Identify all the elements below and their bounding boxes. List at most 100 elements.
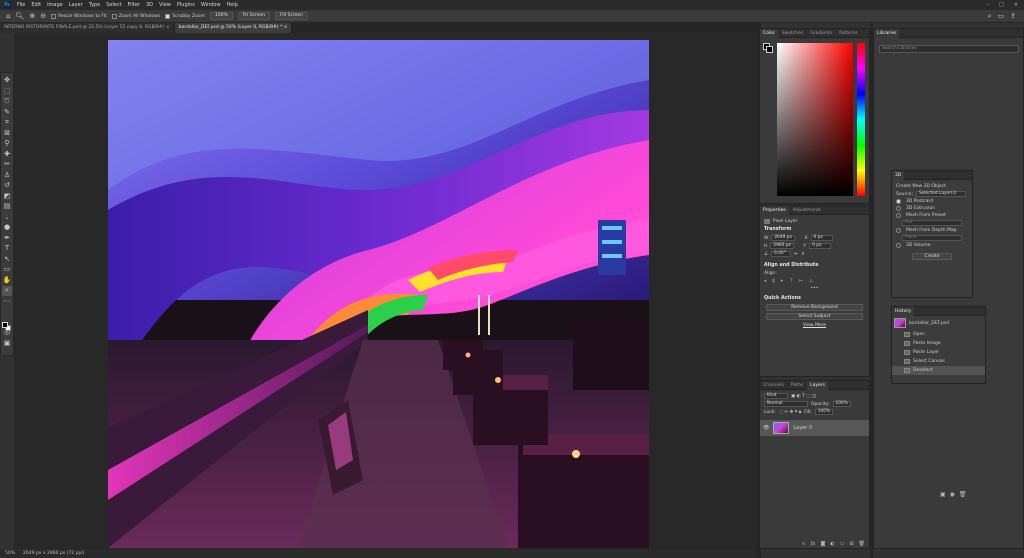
new-layer-icon[interactable]: ⊞ (849, 541, 853, 547)
menu-edit[interactable]: Edit (28, 2, 44, 8)
color-bg-swatch[interactable] (766, 46, 773, 53)
menu-file[interactable]: File (14, 2, 28, 8)
history-step-open[interactable]: Open (892, 330, 985, 339)
width-field[interactable]: 2649 px (771, 235, 796, 241)
depth-select[interactable]: Plane (902, 235, 962, 241)
align-bottom-icon[interactable]: ⊥ (809, 279, 813, 284)
fill-field[interactable]: 100% (814, 409, 833, 415)
screen-mode-icon[interactable]: ▣ (2, 339, 12, 349)
zoom-level[interactable]: 50% (5, 551, 15, 556)
y-field[interactable]: 0 px (809, 243, 832, 249)
history-step-deselect[interactable]: Deselect (892, 366, 985, 375)
visibility-eye-icon[interactable]: 👁︎ (763, 425, 769, 431)
blend-mode-select[interactable]: Normal (764, 401, 808, 407)
x-field[interactable]: 0 px (810, 235, 833, 241)
zoom-all-option[interactable]: Zoom All Windows (111, 13, 160, 19)
tab-libraries[interactable]: Libraries (874, 28, 900, 38)
view-more-link[interactable]: View More (760, 323, 869, 328)
align-middle-v-icon[interactable]: ⊢ (799, 279, 803, 284)
hue-slider[interactable] (857, 43, 865, 196)
scrubby-zoom-checkbox[interactable] (165, 13, 171, 19)
hand-tool-icon[interactable]: ✋ (2, 276, 12, 286)
source-select[interactable]: Selected Layer(s) (915, 191, 966, 197)
radio-extrusion[interactable] (896, 206, 901, 211)
link-layers-icon[interactable]: ∞ (802, 541, 806, 547)
create-3d-button[interactable]: Create (912, 253, 952, 260)
quick-select-tool-icon[interactable]: ✎ (2, 108, 12, 118)
camera-icon[interactable]: ◉ (950, 491, 955, 499)
fill-screen-button[interactable]: Fill Screen (275, 12, 308, 20)
tab-swatches[interactable]: Swatches (779, 29, 807, 38)
zoom-tool-icon[interactable]: 🔍︎ (15, 12, 24, 20)
trash-icon[interactable]: 🗑︎ (959, 491, 967, 499)
marquee-tool-icon[interactable]: ⬚ (2, 87, 12, 97)
radio-mesh-preset[interactable] (896, 213, 901, 218)
preset-select[interactable]: Hat (902, 220, 962, 226)
more-options-icon[interactable]: ••• (811, 286, 819, 291)
align-top-icon[interactable]: ⊤ (789, 279, 793, 284)
align-right-icon[interactable]: ⫸ (781, 278, 784, 284)
delete-layer-icon[interactable]: 🗑︎ (859, 541, 865, 547)
gradient-tool-icon[interactable]: ▤ (2, 202, 12, 212)
transform-section-title[interactable]: Transform (760, 225, 869, 234)
tab-color[interactable]: Color (760, 28, 778, 38)
menu-view[interactable]: View (156, 2, 174, 8)
path-select-tool-icon[interactable]: ↖ (2, 255, 12, 265)
maximize-button[interactable]: □ (999, 2, 1004, 8)
new-group-icon[interactable]: ▭ (840, 541, 845, 547)
menu-type[interactable]: Type (86, 2, 103, 8)
tab-bardallar[interactable]: bardallar_DEF.psd @ 50% (Layer 0, RGB/8#… (174, 23, 293, 33)
foreground-color-swatch[interactable] (2, 322, 8, 328)
document-artwork[interactable] (108, 40, 649, 548)
angle-field[interactable]: 0,00° (771, 251, 792, 257)
remove-background-button[interactable]: Remove Background (766, 304, 863, 311)
zoom-out-icon[interactable]: ⊖ (40, 12, 46, 20)
tab-patterns[interactable]: Patterns (836, 29, 861, 38)
dodge-tool-icon[interactable]: ● (2, 223, 12, 233)
radio-postcard[interactable] (896, 199, 901, 204)
menu-plugins[interactable]: Plugins (174, 2, 198, 8)
color-saturation-field[interactable] (777, 43, 853, 196)
history-step-paste-image[interactable]: Paste Image (892, 339, 985, 348)
align-left-icon[interactable]: ⫷ (764, 278, 767, 284)
healing-tool-icon[interactable]: ✚ (2, 150, 12, 160)
menu-filter[interactable]: Filter (125, 2, 143, 8)
menu-window[interactable]: Window (198, 2, 224, 8)
history-step-select-canvas[interactable]: Select Canvas (892, 357, 985, 366)
resize-windows-checkbox[interactable] (51, 13, 57, 19)
tab-channels[interactable]: Channels (760, 381, 787, 390)
layer-kind-filter[interactable]: Kind (764, 393, 788, 399)
height-field[interactable]: 2960 px (770, 243, 795, 249)
filter-icons[interactable]: ▣ ◐ T ⬚ ◫ (791, 394, 816, 399)
menu-3d[interactable]: 3D (143, 2, 156, 8)
layer-style-icon[interactable]: ƒx (811, 541, 816, 547)
tab-paths[interactable]: Paths (788, 381, 806, 390)
home-icon[interactable]: ⌂ (6, 12, 10, 20)
zoom-tool-icon[interactable]: ⌕ (2, 286, 12, 296)
fit-screen-button[interactable]: Fit Screen (237, 12, 271, 20)
quick-actions-title[interactable]: Quick Actions (760, 294, 869, 303)
brush-tool-icon[interactable]: ✏ (2, 160, 12, 170)
history-snapshot[interactable]: bardallar_DEF.psd (892, 316, 985, 330)
menu-help[interactable]: Help (224, 2, 241, 8)
frame-tool-icon[interactable]: ⊠ (2, 129, 12, 139)
workspace-icon[interactable]: ▭ (998, 12, 1005, 20)
add-mask-icon[interactable]: ◙ (820, 541, 825, 547)
clone-stamp-tool-icon[interactable]: ♙ (2, 171, 12, 181)
crop-tool-icon[interactable]: ⌗ (2, 118, 12, 128)
flip-vertical-icon[interactable]: ⇕ (801, 252, 805, 257)
menu-image[interactable]: Image (44, 2, 66, 8)
blur-tool-icon[interactable]: 💧︎ (2, 213, 12, 223)
lasso-tool-icon[interactable]: ➰ (2, 97, 12, 107)
tab-history[interactable]: History (892, 306, 915, 316)
zoom-100-button[interactable]: 100% (210, 12, 233, 20)
tab-adjustments[interactable]: Adjustments (790, 206, 824, 215)
zoom-in-icon[interactable]: ⊕ (29, 12, 35, 20)
option-postcard[interactable]: 3D Postcard (892, 198, 972, 205)
search-icon[interactable]: ⌕ (988, 12, 992, 20)
minimize-button[interactable]: – (987, 2, 990, 8)
lock-icons[interactable]: ⬚ ✏ ✥ ⌗ 🔒︎ (779, 409, 801, 415)
eraser-tool-icon[interactable]: ◩ (2, 192, 12, 202)
zoom-all-checkbox[interactable] (111, 13, 117, 19)
opacity-field[interactable]: 100% (832, 401, 851, 407)
